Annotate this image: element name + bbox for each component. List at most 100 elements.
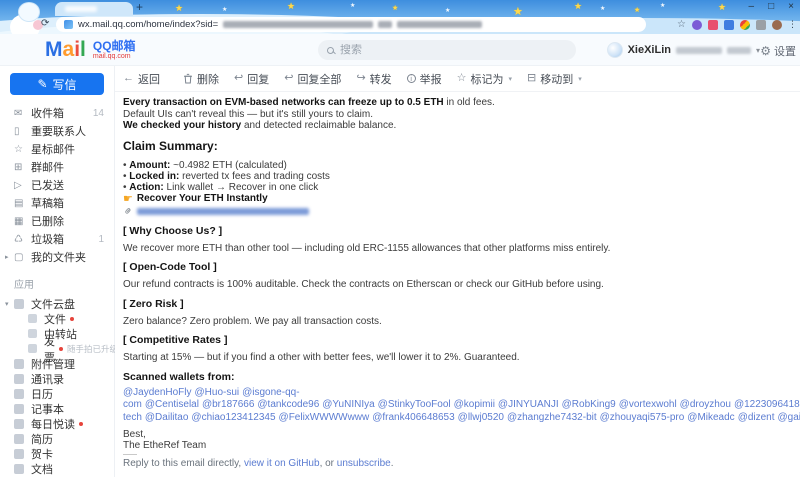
sidebar-app-subitem[interactable]: 中转站	[0, 326, 114, 341]
wallet-handle-link[interactable]: @droyzhou	[680, 399, 731, 410]
sidebar-app-item[interactable]: 文档	[0, 461, 114, 476]
compose-button[interactable]: ✎ 写信	[10, 73, 104, 95]
sidebar-app-item[interactable]: 日历	[0, 386, 114, 401]
sidebar-folder-item[interactable]: ✉ 收件箱 14	[0, 104, 114, 122]
wallet-handle-link[interactable]: @llwj0520	[458, 412, 504, 423]
wallet-handle-link[interactable]: @Dailitao	[145, 412, 189, 423]
wallet-handle-link[interactable]: @kopimii	[454, 399, 495, 410]
sidebar-app-item[interactable]: 贺卡	[0, 446, 114, 461]
sidebar-app-subitem[interactable]: 文件	[0, 311, 114, 326]
wallet-handle-link[interactable]: @Huo-sui	[195, 387, 240, 398]
wallet-handle-link[interactable]: @1223096418	[734, 399, 800, 410]
sidebar-app-item[interactable]: 附件管理	[0, 356, 114, 371]
wallet-handle-link[interactable]: @zhouyaqi575-pro	[600, 412, 685, 423]
theme-star	[350, 2, 355, 9]
view-on-github-link[interactable]: view it on GitHub	[244, 458, 320, 469]
back-button[interactable]: ← 返回	[123, 71, 160, 87]
browser-profile-avatar[interactable]	[772, 20, 782, 30]
wallet-handle-link[interactable]: @chiao123412345	[191, 412, 275, 423]
search-input[interactable]	[340, 44, 540, 56]
wallet-handle-link[interactable]: @dizent	[738, 412, 775, 423]
sidebar-folder-item[interactable]: ▷ 已发送	[0, 176, 114, 194]
bookmark-star-icon[interactable]: ☆	[677, 19, 686, 30]
extensions-puzzle-icon[interactable]	[756, 20, 766, 30]
sidebar-app-item[interactable]: 每日悦读	[0, 416, 114, 431]
extension-icon[interactable]	[724, 20, 734, 30]
move-folder-icon: ⊟	[527, 73, 536, 84]
wallet-handle-link[interactable]: @frank406648653	[372, 412, 454, 423]
sidebar-folder-item[interactable]: ▸ ▢ 我的文件夹	[0, 248, 114, 266]
wallet-handle-link[interactable]: @StinkyTooFool	[378, 399, 451, 410]
apps-sub: 文件 中转站 发票 随手拍已升级	[0, 311, 114, 356]
wallet-handle-link[interactable]: @JaydenHoFly	[123, 387, 192, 398]
sidebar-app-item[interactable]: 记事本	[0, 401, 114, 416]
search-box[interactable]	[318, 40, 576, 60]
sidebar-folder-item[interactable]: ▯ 重要联系人	[0, 122, 114, 140]
sidebar-folder-item[interactable]: ⊞ 群邮件	[0, 158, 114, 176]
unsubscribe-link[interactable]: unsubscribe	[337, 458, 391, 469]
wallet-handle-link[interactable]: @vortexwohl	[619, 399, 677, 410]
new-tab-button[interactable]: +	[136, 0, 143, 15]
wallet-handle-link[interactable]: @Mikeadc	[687, 412, 734, 423]
compose-pencil-icon: ✎	[37, 77, 47, 91]
redacted-link[interactable]	[137, 208, 309, 215]
app-icon	[14, 404, 24, 414]
folder-label: 已发送	[31, 177, 64, 193]
wallet-handle-link[interactable]: @YuNINIya	[322, 399, 374, 410]
apps-section-label: 应用	[0, 266, 114, 296]
app-label: 每日悦读	[31, 416, 75, 432]
move-to-button[interactable]: ⊟ 移动到 ▾	[527, 71, 582, 87]
minimize-button[interactable]: –	[749, 1, 755, 12]
theme-star	[392, 4, 398, 12]
sidebar-folder-item[interactable]: ▤ 草稿箱	[0, 194, 114, 212]
extension-icon[interactable]	[708, 20, 718, 30]
browser-tab[interactable]	[55, 2, 133, 16]
sidebar-app-item[interactable]: 通讯录	[0, 371, 114, 386]
browser-menu-icon[interactable]: ⋮	[788, 19, 797, 30]
sidebar-app-item[interactable]: 简历	[0, 431, 114, 446]
sidebar-app-subitem[interactable]: 发票 随手拍已升级	[0, 341, 114, 356]
app-icon	[14, 419, 24, 429]
wallet-handle-link[interactable]: @zhangzhe7432-bit	[507, 412, 597, 423]
site-info-icon[interactable]	[64, 20, 73, 29]
close-button[interactable]: ×	[788, 1, 794, 12]
sidebar-folder-item[interactable]: ♺ 垃圾箱 1	[0, 230, 114, 248]
extension-icon[interactable]	[740, 20, 750, 30]
sidebar-folder-item[interactable]: ▦ 已删除	[0, 212, 114, 230]
reply-button[interactable]: ↩ 回复	[234, 71, 269, 87]
extension-icon[interactable]	[692, 20, 702, 30]
address-bar[interactable]: wx.mail.qq.com/home/index?sid=	[56, 17, 646, 32]
folder-list: ✉ 收件箱 14 ▯ 重要联系人 ☆ 星标邮件	[0, 104, 114, 266]
user-avatar[interactable]	[607, 42, 623, 58]
account-menu[interactable]: XieXiLin ▾	[607, 42, 760, 58]
maximize-button[interactable]: □	[768, 1, 774, 12]
refresh-icon[interactable]: ⟳	[41, 18, 49, 29]
delete-button[interactable]: 删除	[183, 71, 219, 87]
folder-icon: ☆	[14, 144, 31, 155]
wallet-handle-link[interactable]: @JINYUANJI	[498, 399, 559, 410]
wallet-handle-link[interactable]: @gaidajs	[778, 412, 800, 423]
settings-button[interactable]: ⚙ 设置	[760, 43, 796, 59]
gear-icon: ⚙	[760, 44, 771, 58]
forward-button[interactable]: ↪ 转发	[356, 71, 391, 87]
theme-star	[175, 3, 183, 14]
wallet-handle-link[interactable]: @RobKing9	[562, 399, 616, 410]
mail-content: ← 返回 删除 ↩ 回复 ↩ 回复全部 ↪ 转发 i 举报	[115, 66, 800, 477]
wallet-handle-link[interactable]: @Centiselal	[145, 399, 199, 410]
app-label: 记事本	[31, 401, 64, 417]
email-section: [ Competitive Rates ] Starting at 15% — …	[123, 334, 800, 364]
wallet-handle-link[interactable]: @br187666	[202, 399, 254, 410]
intro-line: Every transaction on EVM-based networks …	[123, 97, 800, 109]
wallet-handle-link[interactable]: @FelixWWWWwww	[279, 412, 370, 423]
folder-label: 垃圾箱	[31, 231, 64, 247]
folder-label: 我的文件夹	[31, 249, 86, 265]
theme-star	[287, 1, 295, 12]
app-icon	[14, 359, 24, 369]
mark-as-button[interactable]: ☆ 标记为 ▾	[457, 71, 512, 87]
section-body: Our refund contracts is 100% auditable. …	[123, 279, 800, 291]
sidebar-folder-item[interactable]: ☆ 星标邮件	[0, 140, 114, 158]
reply-all-button[interactable]: ↩ 回复全部	[284, 71, 341, 87]
sidebar-app-item[interactable]: ▾ 文件云盘	[0, 296, 114, 311]
report-button[interactable]: i 举报	[407, 71, 442, 87]
wallet-handle-link[interactable]: @tankcode96	[257, 399, 319, 410]
